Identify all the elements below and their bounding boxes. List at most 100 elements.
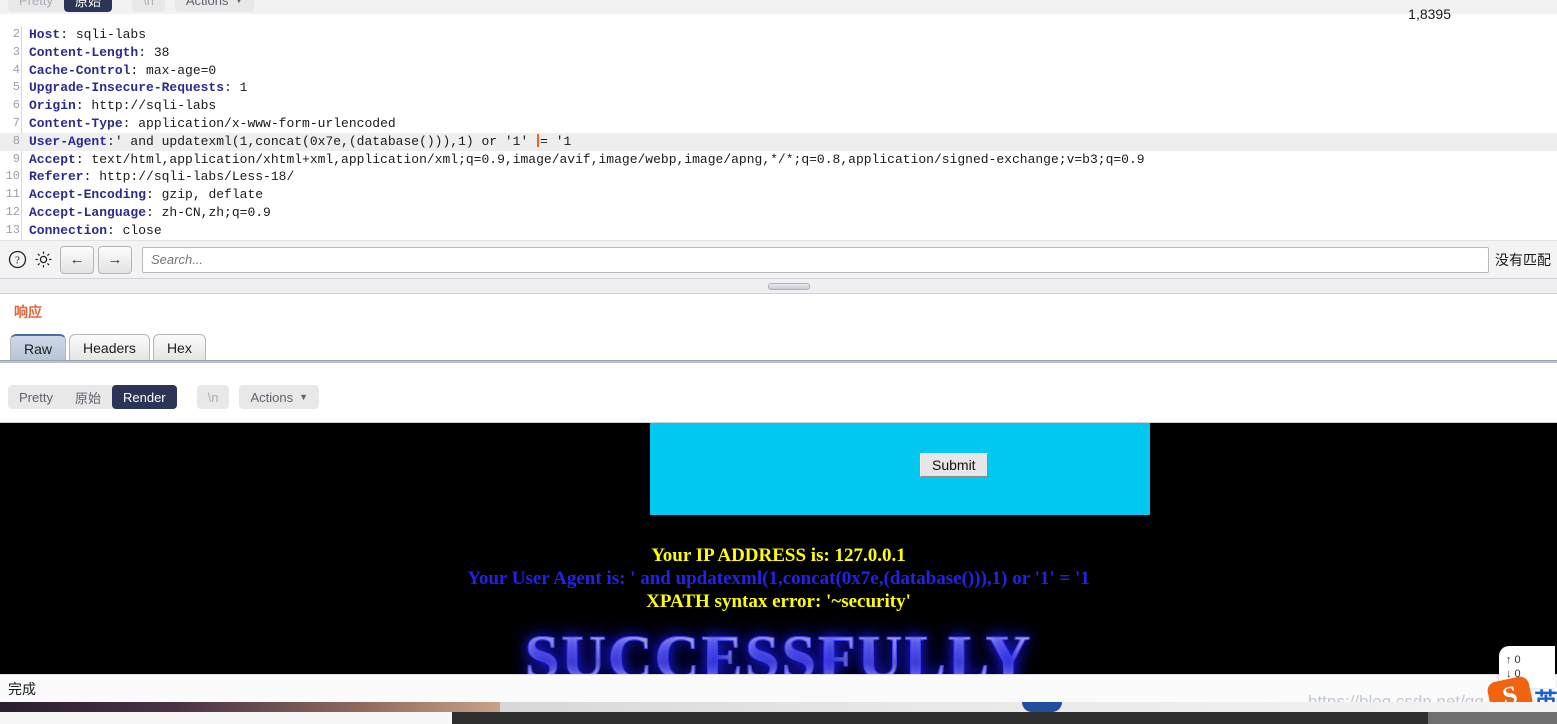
request-newline-group: \n [131,0,165,12]
xpath-error-line: XPATH syntax error: '~security' [646,591,911,612]
search-input[interactable] [142,246,1489,273]
response-raw-button[interactable]: 原始 [64,385,112,409]
header-value: : 38 [138,44,170,60]
line-number: 4 [12,62,20,77]
request-raw-editor[interactable]: 2 Host: sqli-labs 3 Content-Length: 38 4 Cach… [0,26,1557,240]
request-actions-button[interactable]: Actions ▼ [175,0,255,12]
header-value: : sqli-labs [60,27,147,42]
request-line-text: Origin: http://sqli-labs [29,97,1557,115]
find-bar: ? ← → 没有匹配 [0,240,1557,278]
line-number: 12 [5,204,20,219]
response-actions-label: Actions [250,389,294,405]
header-value: : max-age=0 [130,62,217,78]
request-line: 5 Upgrade-Insecure-Requests: 1 [0,79,1557,97]
request-line: 10 Referer: http://sqli-labs/Less-18/ [0,168,1557,186]
line-number: 3 [12,44,20,59]
request-line: 9 Accept: text/html,application/xhtml+xml… [0,151,1557,169]
request-lines: 2 Host: sqli-labs 3 Content-Length: 38 4 Cach… [0,26,1557,240]
question-mark-icon[interactable]: ? [4,247,30,273]
header-value: : http://sqli-labs/Less-18/ [83,169,295,185]
tab-underline [0,360,1557,363]
header-name: Accept-Encoding [29,187,147,203]
header-name: Cache-Control [29,62,131,78]
request-line: 4 Cache-Control: max-age=0 [0,62,1557,80]
request-line: 6 Origin: http://sqli-labs [0,97,1557,115]
match-status-label: 没有匹配 [1495,251,1551,268]
response-actions-group: Actions ▼ [239,385,320,409]
upload-speed-label: ↑ 0 [1506,654,1521,666]
form-banner: Submit [650,423,1150,515]
request-line-text: User-Agent:' and updatexml(1,concat(0x7e… [29,133,1557,151]
request-line-text: Accept-Encoding: gzip, deflate [29,186,1557,204]
header-name: Connection [29,222,108,238]
request-raw-button[interactable]: 原始 [63,0,112,12]
ip-address-line: Your IP ADDRESS is: 127.0.0.1 [651,545,906,566]
response-tab-headers[interactable]: Headers [69,334,150,361]
response-newline-button[interactable]: \n [197,385,230,409]
header-value: : text/html,application/xhtml+xml,applic… [75,151,1145,167]
svg-text:?: ? [15,255,20,267]
header-name: Accept [29,151,76,167]
chevron-down-icon: ▼ [299,392,309,402]
find-previous-button[interactable]: ← [60,245,94,274]
splitter-grip[interactable] [768,283,810,290]
byte-count-label: 1,8395 [1408,6,1451,22]
response-newline-group: \n [196,385,230,409]
line-number: 7 [12,115,20,130]
gear-icon[interactable] [30,247,56,273]
request-line-text: Content-Length: 38 [29,44,1557,62]
header-value: : gzip, deflate [146,187,264,203]
request-line-text: Host: sqli-labs [29,26,1557,44]
response-tab-hex[interactable]: Hex [152,334,206,361]
header-value: : 1 [224,80,248,96]
request-line: 13 Connection: close [0,222,1557,240]
line-number: 8 [12,133,20,148]
header-name: Upgrade-Insecure-Requests [29,80,225,96]
submit-button[interactable]: Submit [920,453,988,477]
request-toolbar: Pretty 原始 \n Actions ▼ [0,0,1557,14]
desktop-wallpaper [0,702,500,712]
line-number: 11 [5,187,20,202]
response-title: 响应 [14,304,42,320]
request-line-text: Accept: text/html,application/xhtml+xml,… [29,151,1557,169]
request-line-text: Upgrade-Insecure-Requests: 1 [29,79,1557,97]
request-newline-button[interactable]: \n [132,0,165,12]
request-line: 2 Host: sqli-labs [0,26,1557,44]
chevron-down-icon: ▼ [234,0,244,5]
request-actions-label: Actions [185,0,229,8]
request-line-text: Referer: http://sqli-labs/Less-18/ [29,168,1557,186]
request-line: 7 Content-Type: application/x-www-form-ur… [0,115,1557,133]
response-view-mode-group: Pretty 原始 Render [8,385,177,409]
request-pretty-button[interactable]: Pretty [8,0,64,12]
burp-suite-window: Pretty 原始 \n Actions ▼ 2 Host: sqli-labs 3… [0,0,1557,724]
request-actions-group: Actions ▼ [174,0,255,12]
find-next-button[interactable]: → [98,245,132,274]
header-name: Referer [29,169,84,185]
text-cursor [537,133,540,147]
header-value: : http://sqli-labs [75,98,217,114]
desktop-strip [0,702,1557,724]
rendered-response-view: Submit Your IP ADDRESS is: 127.0.0.1 You… [0,422,1557,674]
request-line-text: Cache-Control: max-age=0 [29,62,1557,80]
search-field-wrapper [142,246,1489,273]
response-panel-header: 响应 Raw Headers Hex [0,296,1557,368]
user-agent-line: Your User Agent is: ' and updatexml(1,co… [467,568,1090,589]
header-value: :' and updatexml(1,concat(0x7e,(database… [107,133,537,149]
line-number: 13 [5,222,20,237]
request-line-text: Connection: close [29,222,1557,240]
header-name: User-Agent [29,133,108,149]
status-text: 完成 [8,680,36,697]
header-value-tail: = '1 [540,133,572,149]
header-value: : close [107,222,162,238]
request-line: 11 Accept-Encoding: gzip, deflate [0,186,1557,204]
response-actions-button[interactable]: Actions ▼ [239,385,319,409]
header-value: : application/x-www-form-urlencoded [122,115,396,131]
request-line-text: Content-Type: application/x-www-form-url… [29,115,1557,133]
response-render-button[interactable]: Render [111,385,177,409]
panel-splitter[interactable] [0,278,1557,294]
header-value: : zh-CN,zh;q=0.9 [146,204,271,220]
request-view-mode-group: Pretty 原始 [8,0,112,12]
response-tab-raw[interactable]: Raw [10,334,67,361]
line-number: 9 [12,151,20,166]
response-pretty-button[interactable]: Pretty [8,385,64,409]
